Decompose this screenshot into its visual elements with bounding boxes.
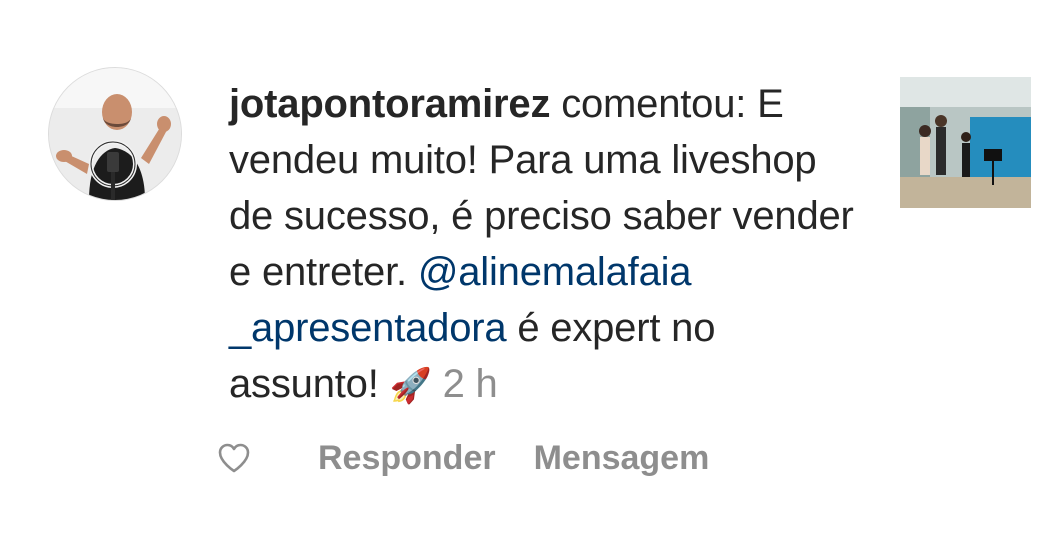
post-thumbnail[interactable]	[900, 77, 1031, 208]
post-thumbnail-image	[900, 77, 1031, 208]
comment-timestamp: 2 h	[442, 362, 498, 406]
message-button[interactable]: Mensagem	[534, 439, 710, 478]
reply-button[interactable]: Responder	[318, 439, 496, 478]
like-button[interactable]	[216, 440, 252, 476]
avatar-image	[49, 68, 181, 200]
rocket-emoji: 🚀	[389, 367, 432, 405]
comment-text: jotapontoramirez comentou: E vendeu muit…	[229, 76, 869, 414]
avatar[interactable]	[48, 67, 182, 201]
heart-outline-icon	[218, 443, 250, 473]
comment-username[interactable]: jotapontoramirez	[229, 82, 550, 126]
comment-actions: Responder Mensagem	[216, 432, 709, 484]
